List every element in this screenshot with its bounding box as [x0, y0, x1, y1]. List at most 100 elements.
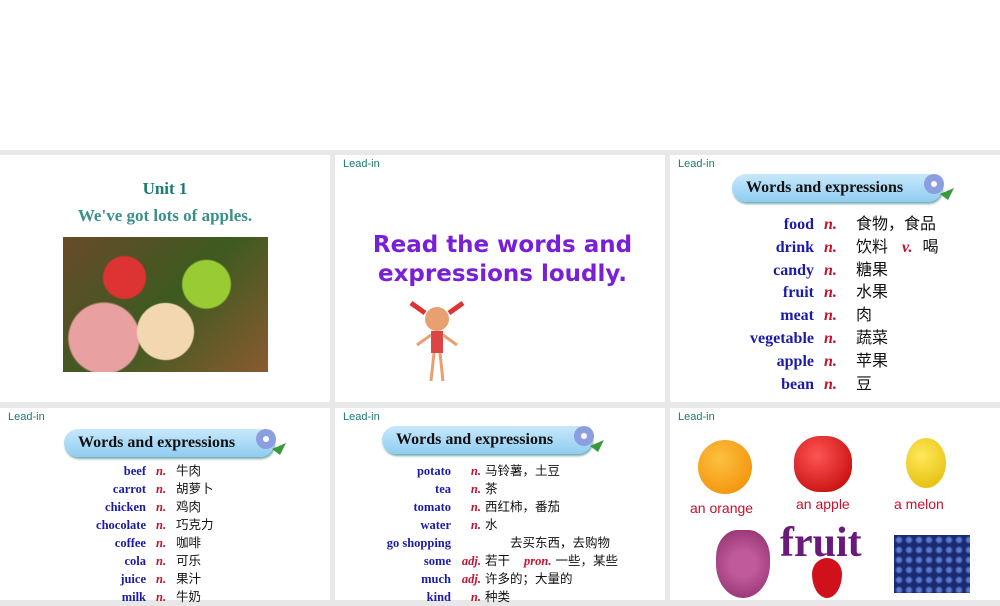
- vocab-word: vegetable: [750, 329, 814, 347]
- vocab-row: milk n. 牛奶: [80, 588, 214, 606]
- vocab-row: water n. 水: [383, 516, 618, 534]
- part-of-speech: n.: [156, 572, 167, 586]
- vocab-row: bean n. 豆: [730, 373, 939, 396]
- part-of-speech: n.: [824, 261, 837, 279]
- chinese-meaning: 去买东西，去购物: [485, 535, 611, 550]
- vocab-row: much adj. 许多的；大量的: [383, 570, 618, 588]
- words-banner: Words and expressions: [64, 429, 286, 457]
- food-photo: [63, 237, 268, 372]
- slide-1-thumbnail[interactable]: Unit 1 We've got lots of apples.: [0, 155, 330, 402]
- melon-label: a melon: [894, 496, 944, 512]
- vocab-row: drink n. 饮料 v. 喝: [730, 236, 939, 259]
- vocab-list: potato n. 马铃薯，土豆 tea n. 茶 tomato n. 西红柿，番茄 water n…: [383, 462, 618, 606]
- strawberry-image: [812, 558, 842, 598]
- vocab-row: apple n. 苹果: [730, 350, 939, 373]
- vocab-row: kind n. 种类: [383, 588, 618, 606]
- part-of-speech: n.: [470, 482, 481, 496]
- part-of-speech: n.: [156, 536, 167, 550]
- vocab-row: some adj. 若干 pron. 一些，某些: [383, 552, 618, 570]
- cartoon-girl-icon: [409, 300, 465, 382]
- part-of-speech-2: v.: [902, 238, 913, 256]
- banner-title: Words and expressions: [78, 434, 236, 451]
- words-banner: Words and expressions: [732, 174, 954, 202]
- chinese-meaning: 咖啡: [176, 535, 202, 550]
- vocab-word: fruit: [782, 284, 814, 302]
- orange-label: an orange: [690, 500, 754, 516]
- part-of-speech: n.: [156, 500, 167, 514]
- part-of-speech: n.: [824, 307, 837, 325]
- apple-image: [794, 436, 852, 492]
- banner-title: Words and expressions: [396, 431, 554, 448]
- part-of-speech: n.: [824, 329, 837, 347]
- part-of-speech: n.: [824, 238, 837, 256]
- slide-5-thumbnail[interactable]: Lead-in Words and expressions potato n. 马铃…: [335, 408, 665, 604]
- chinese-meaning: 苹果: [856, 350, 889, 370]
- chinese-meaning: 鸡肉: [176, 499, 202, 514]
- slide-6-thumbnail[interactable]: Lead-in an orange an apple a melon fruit: [670, 408, 1000, 600]
- chinese-meaning: 食物，食品: [856, 214, 937, 233]
- vocab-word: go shopping: [386, 536, 451, 550]
- lead-in-label: Lead-in: [343, 158, 380, 170]
- chinese-meaning: 马铃薯，土豆: [485, 463, 561, 478]
- part-of-speech: n.: [470, 518, 481, 532]
- morning-glory-icon: [574, 426, 604, 452]
- vocab-row: beef n. 牛肉: [80, 462, 214, 480]
- vocab-row: meat n. 肉: [730, 304, 939, 327]
- vocab-row: carrot n. 胡萝卜: [80, 480, 214, 498]
- melon-image: [906, 438, 946, 488]
- vocab-word: some: [423, 554, 451, 568]
- part-of-speech: adj.: [461, 572, 481, 586]
- chinese-meaning: 可乐: [176, 553, 202, 568]
- part-of-speech: n.: [824, 352, 837, 370]
- chinese-meaning: 果汁: [176, 571, 202, 586]
- slide-2-thumbnail[interactable]: Lead-in Read the words and expressions l…: [335, 155, 665, 402]
- vocab-word: water: [420, 518, 451, 532]
- vocab-row: tomato n. 西红柿，番茄: [383, 498, 618, 516]
- part-of-speech: n.: [824, 216, 837, 233]
- unit-label: Unit 1: [142, 179, 188, 198]
- part-of-speech: n.: [470, 464, 481, 478]
- part-of-speech: n.: [156, 464, 167, 478]
- chinese-meaning: 蔬菜: [856, 327, 889, 347]
- orange-image: [698, 440, 752, 494]
- vocab-row: coffee n. 咖啡: [80, 534, 214, 552]
- slide-3-thumbnail[interactable]: Lead-in Words and expressions food n. 食物，食…: [670, 155, 1000, 402]
- vocab-row: potato n. 马铃薯，土豆: [383, 462, 618, 480]
- chinese-meaning: 巧克力: [176, 517, 214, 532]
- chinese-meaning-2: 一些，某些: [555, 553, 618, 568]
- chinese-meaning: 牛肉: [176, 463, 202, 478]
- grapes-image: [716, 530, 770, 598]
- vocab-row: go shopping 去买东西，去购物: [383, 534, 618, 552]
- morning-glory-icon: [924, 174, 954, 200]
- part-of-speech: n.: [156, 590, 167, 604]
- chinese-meaning: 肉: [856, 305, 873, 325]
- vocab-word: tomato: [413, 500, 452, 514]
- vocab-row: juice n. 果汁: [80, 570, 214, 588]
- lead-in-label: Lead-in: [8, 411, 45, 423]
- chinese-meaning: 西红柿，番茄: [485, 499, 561, 514]
- blueberries-image: [894, 535, 970, 593]
- chinese-meaning: 饮料: [856, 236, 889, 256]
- part-of-speech: n.: [824, 284, 837, 302]
- read-instruction: Read the words and expressions loudly.: [372, 232, 633, 287]
- chinese-meaning: 豆: [856, 373, 873, 393]
- chinese-meaning: 茶: [485, 481, 498, 496]
- vocab-row: food n. 食物，食品: [730, 213, 939, 236]
- vocab-word: bean: [781, 375, 814, 393]
- vocab-word: tea: [435, 482, 451, 496]
- part-of-speech: n.: [470, 590, 481, 604]
- vocab-list: beef n. 牛肉 carrot n. 胡萝卜 chicken n. 鸡肉 chocolate n…: [80, 462, 214, 606]
- chinese-meaning: 种类: [485, 589, 511, 604]
- vocab-word: drink: [775, 238, 814, 256]
- vocab-word: milk: [121, 590, 146, 604]
- vocab-word: candy: [773, 261, 814, 279]
- slide-4-thumbnail[interactable]: Lead-in Words and expressions beef n. 牛肉 ca…: [0, 408, 330, 604]
- morning-glory-icon: [256, 429, 286, 455]
- vocab-row: fruit n. 水果: [730, 281, 939, 304]
- part-of-speech: n.: [156, 482, 167, 496]
- vocab-row: tea n. 茶: [383, 480, 618, 498]
- lead-in-label: Lead-in: [343, 411, 380, 423]
- chinese-meaning: 牛奶: [176, 589, 202, 604]
- vocab-word: carrot: [112, 482, 146, 496]
- chinese-meaning: 许多的；大量的: [485, 571, 573, 586]
